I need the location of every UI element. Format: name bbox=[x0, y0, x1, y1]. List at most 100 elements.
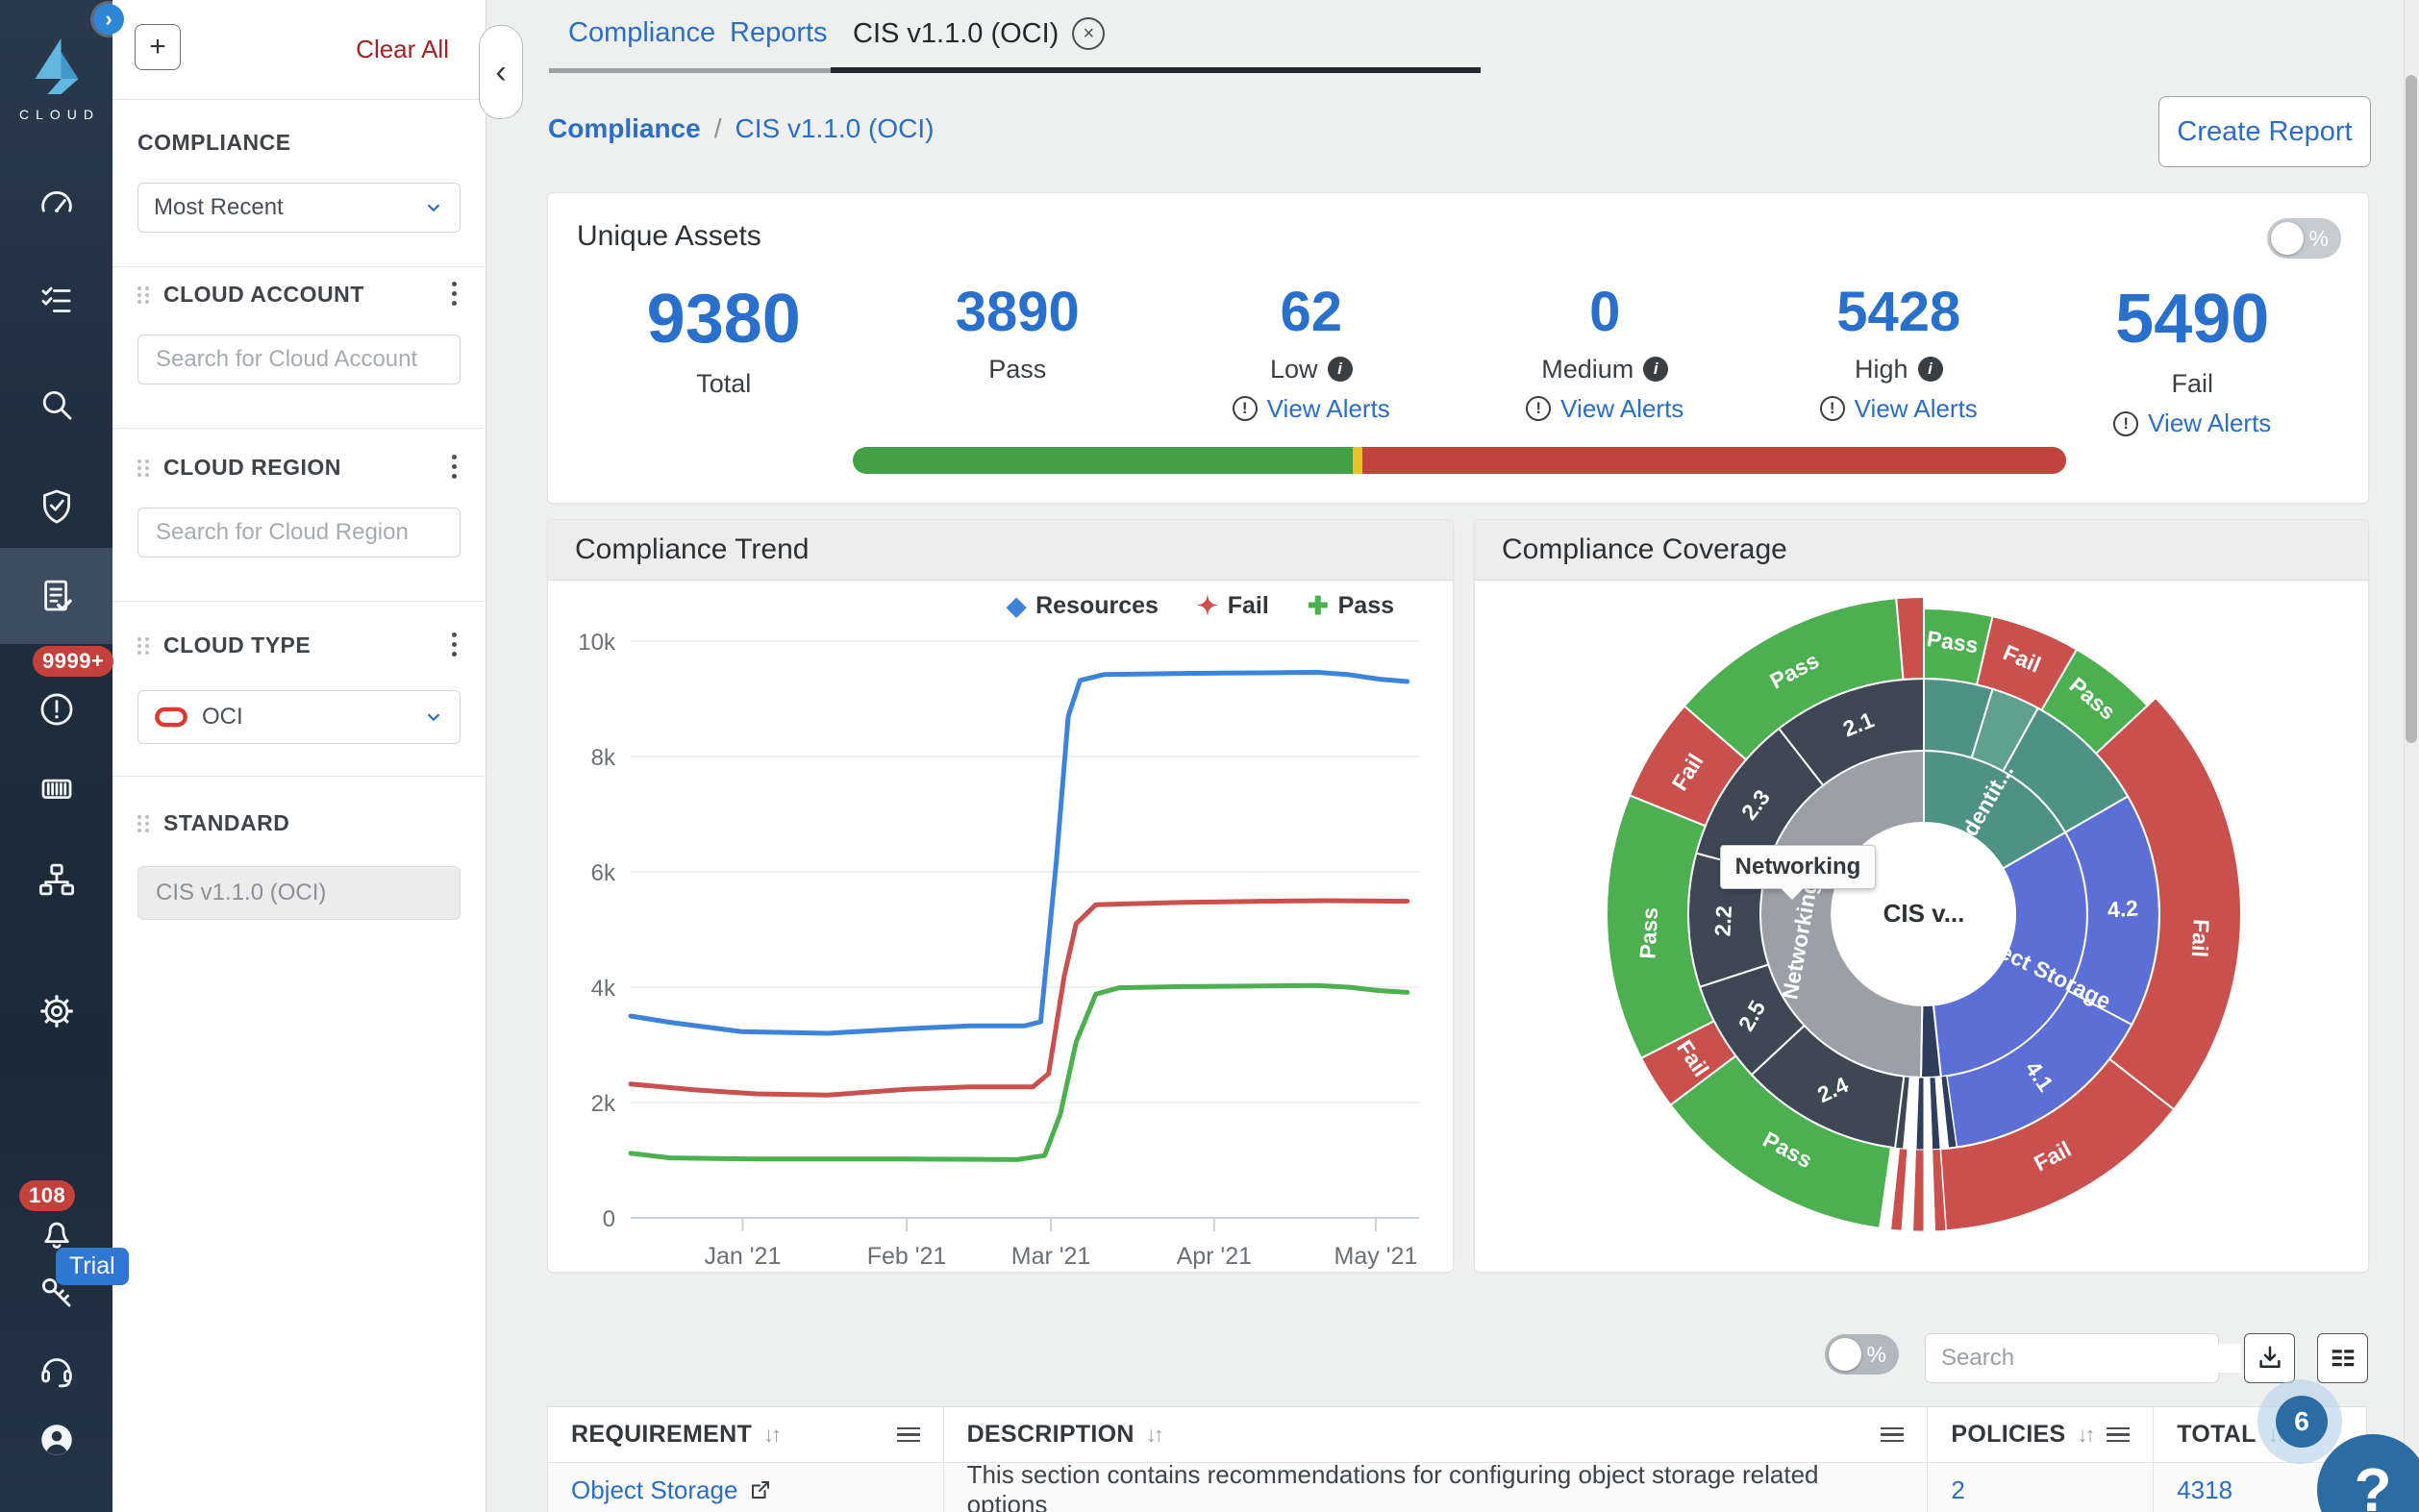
policies-count-link[interactable]: 2 bbox=[1951, 1475, 1964, 1505]
icon-sidebar: CLOUD bbox=[0, 0, 112, 1512]
container-icon bbox=[37, 768, 77, 808]
sidebar-item-security[interactable] bbox=[0, 466, 112, 547]
external-link-icon[interactable] bbox=[749, 1478, 772, 1501]
columns-icon bbox=[2329, 1344, 2357, 1373]
bell-icon bbox=[37, 1212, 77, 1252]
sidebar-item-network[interactable] bbox=[0, 839, 112, 920]
cloud-account-search-input[interactable] bbox=[154, 345, 456, 374]
bar-segment-fail bbox=[1362, 447, 2066, 474]
info-icon[interactable]: i bbox=[1328, 357, 1353, 382]
gauge-icon bbox=[37, 185, 77, 225]
drag-handle-icon[interactable] bbox=[137, 286, 150, 304]
total-count-link[interactable]: 4318 bbox=[2177, 1475, 2232, 1505]
breadcrumb-current[interactable]: CIS v1.1.0 (OCI) bbox=[735, 113, 934, 144]
oci-logo-icon bbox=[154, 706, 188, 728]
breadcrumb-compliance-link[interactable]: Compliance bbox=[548, 113, 701, 144]
svg-text:May '21: May '21 bbox=[1334, 1243, 1418, 1270]
add-filter-button[interactable]: + bbox=[135, 24, 181, 70]
sidebar-item-settings[interactable] bbox=[0, 971, 112, 1052]
coverage-sunburst-chart[interactable]: Identit...Object StorageNetworking4.24.1… bbox=[1475, 580, 2368, 1272]
sidebar-item-dashboard[interactable] bbox=[0, 164, 112, 245]
close-tab-icon[interactable]: × bbox=[1072, 17, 1105, 50]
sidebar-item-search[interactable] bbox=[0, 365, 112, 446]
unique-assets-percent-toggle[interactable]: % bbox=[2267, 218, 2341, 259]
column-header-policies[interactable]: POLICIES↓↑ bbox=[1928, 1407, 2154, 1462]
column-menu-icon[interactable] bbox=[897, 1427, 920, 1443]
sidebar-item-profile[interactable] bbox=[0, 1400, 112, 1480]
object-storage-link[interactable]: Object Storage bbox=[571, 1475, 737, 1505]
compliance-trend-title: Compliance Trend bbox=[575, 533, 809, 566]
compliance-time-select[interactable]: Most Recent bbox=[137, 183, 461, 233]
alert-icon: ! bbox=[1820, 396, 1845, 421]
view-alerts-medium-link[interactable]: !View Alerts bbox=[1526, 394, 1683, 424]
svg-text:Feb '21: Feb '21 bbox=[867, 1243, 947, 1270]
svg-text:2.2: 2.2 bbox=[1709, 905, 1736, 936]
bar-segment-pass bbox=[853, 447, 1353, 474]
cloud-account-section-label: CLOUD ACCOUNT bbox=[137, 282, 364, 308]
table-percent-toggle[interactable]: % bbox=[1825, 1334, 1899, 1375]
chevron-down-icon bbox=[423, 197, 444, 218]
info-icon[interactable]: i bbox=[1643, 357, 1668, 382]
view-alerts-fail-link[interactable]: !View Alerts bbox=[2113, 409, 2271, 438]
cloud-type-menu-button[interactable] bbox=[452, 632, 457, 657]
drag-handle-icon[interactable] bbox=[137, 637, 150, 655]
trend-line-chart: 10k8k6k4k2k0Jan '21Feb '21Mar '21Apr '21… bbox=[548, 580, 1453, 1272]
drag-handle-icon[interactable] bbox=[137, 815, 150, 832]
chevron-down-icon bbox=[423, 706, 444, 728]
sort-icon[interactable]: ↓↑ bbox=[763, 1423, 779, 1448]
active-tab-underline bbox=[831, 67, 1481, 73]
cloud-region-search-input[interactable] bbox=[154, 518, 456, 547]
svg-text:8k: 8k bbox=[591, 745, 616, 771]
sidebar-item-alerts[interactable] bbox=[0, 669, 112, 750]
column-header-requirement[interactable]: REQUIREMENT↓↑ bbox=[548, 1407, 944, 1462]
table-search bbox=[1925, 1333, 2219, 1383]
table-search-input[interactable] bbox=[1939, 1344, 2241, 1373]
user-avatar-icon bbox=[37, 1420, 77, 1460]
svg-text:Jan '21: Jan '21 bbox=[705, 1243, 782, 1270]
cloud-logo-icon bbox=[35, 38, 79, 94]
tab-reports[interactable]: Reports bbox=[730, 17, 828, 49]
sort-icon[interactable]: ↓↑ bbox=[1146, 1423, 1161, 1448]
scrollbar-thumb[interactable] bbox=[2406, 75, 2417, 743]
column-header-description[interactable]: DESCRIPTION↓↑ bbox=[944, 1407, 1929, 1462]
cloud-account-menu-button[interactable] bbox=[452, 282, 457, 306]
column-menu-icon[interactable] bbox=[2107, 1427, 2130, 1443]
sidebar-item-compliance-active[interactable] bbox=[0, 548, 112, 644]
compliance-coverage-header: Compliance Coverage bbox=[1475, 520, 2368, 581]
sidebar-item-containers[interactable] bbox=[0, 748, 112, 829]
column-settings-button[interactable] bbox=[2317, 1333, 2368, 1383]
compliance-coverage-card: Compliance Coverage Identit...Object Sto… bbox=[1474, 519, 2369, 1273]
sort-icon[interactable]: ↓↑ bbox=[2078, 1423, 2093, 1448]
svg-text:6k: 6k bbox=[591, 860, 616, 886]
compliance-section-label: COMPLIANCE bbox=[137, 130, 291, 156]
download-button[interactable] bbox=[2244, 1333, 2295, 1383]
cloud-region-menu-button[interactable] bbox=[452, 455, 457, 479]
standard-search-input[interactable] bbox=[154, 879, 456, 907]
tab-compliance[interactable]: Compliance bbox=[568, 17, 715, 49]
view-alerts-low-link[interactable]: !View Alerts bbox=[1233, 394, 1390, 424]
svg-text:4k: 4k bbox=[591, 976, 616, 1002]
info-icon[interactable]: i bbox=[1918, 357, 1943, 382]
drag-handle-icon[interactable] bbox=[137, 459, 150, 477]
expand-sidebar-button[interactable]: › bbox=[93, 4, 124, 35]
trend-series-resources bbox=[631, 672, 1408, 1033]
alert-icon: ! bbox=[1233, 396, 1258, 421]
tab-cis-v110-oci[interactable]: CIS v1.1.0 (OCI) × bbox=[853, 17, 1105, 50]
collapse-filter-panel-button[interactable]: ‹ bbox=[479, 25, 523, 119]
policies-cell: 2 bbox=[1928, 1463, 2154, 1512]
scrollbar-track[interactable] bbox=[2404, 0, 2419, 1512]
svg-text:Fail: Fail bbox=[2187, 919, 2214, 958]
sidebar-item-policies[interactable] bbox=[0, 260, 112, 341]
stat-high: 5428 Highi !View Alerts bbox=[1752, 282, 2046, 438]
create-report-button[interactable]: Create Report bbox=[2158, 96, 2371, 167]
view-alerts-high-link[interactable]: !View Alerts bbox=[1820, 394, 1978, 424]
column-menu-icon[interactable] bbox=[1881, 1427, 1904, 1443]
logo-text: CLOUD bbox=[0, 107, 112, 122]
breadcrumb: Compliance / CIS v1.1.0 (OCI) bbox=[548, 113, 934, 144]
clear-all-filters-button[interactable]: Clear All bbox=[356, 35, 449, 64]
cloud-type-select[interactable]: OCI bbox=[137, 690, 461, 744]
compliance-coverage-title: Compliance Coverage bbox=[1502, 533, 1787, 566]
shield-check-icon bbox=[37, 486, 77, 527]
sunburst-center-label: CIS v... bbox=[1883, 899, 1965, 928]
sidebar-item-support[interactable] bbox=[0, 1329, 112, 1410]
